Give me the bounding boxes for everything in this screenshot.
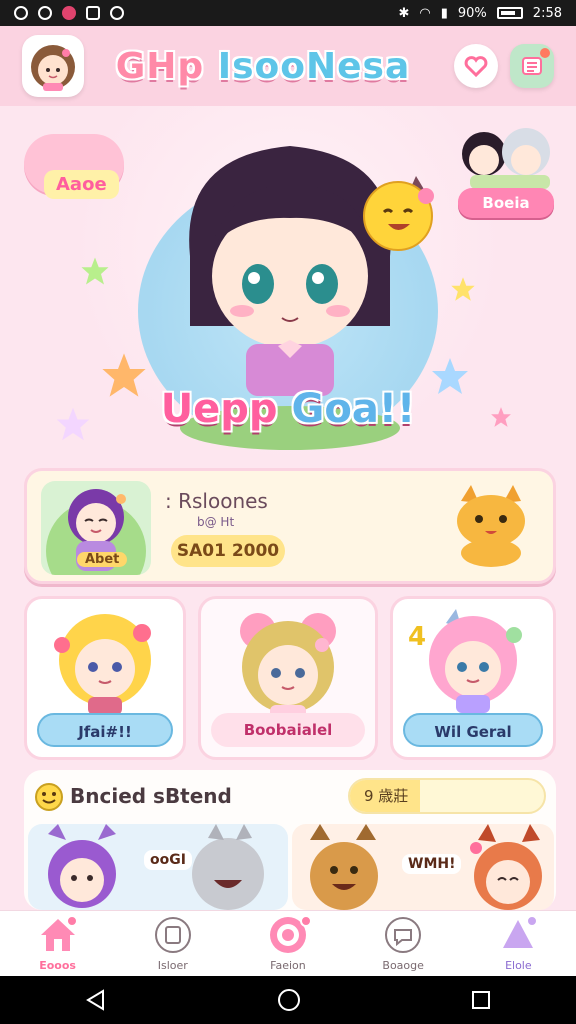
battery-icon [496,7,523,19]
friend-section-title: Bncied sBtend [70,784,232,808]
bottom-navigation: Eooos Isloer Faeion Boaoge Elole [0,910,576,976]
character-card-3-label: Wil Geral [403,713,543,747]
nav-item-settings[interactable]: Elole [468,915,568,972]
profile-card[interactable]: Abet : Rsloones b@ Ht SA01 2000 [24,468,556,584]
profile-avatar[interactable]: Abet [41,481,151,575]
nav-item-fashion[interactable]: Faeion [238,915,338,972]
character-card-2[interactable]: Boobaialel [198,596,378,760]
character-3-illustration: 4 [408,609,522,713]
friend-card-2[interactable]: WMH! [292,824,554,910]
star-icon [451,277,475,301]
mascot-illustration [363,176,434,251]
character-card-3[interactable]: 4 Wil Geral [390,596,556,760]
character-card-1-label: Jfai#!! [37,713,173,747]
clock: 2:58 [532,5,562,21]
heart-icon [464,56,488,78]
friends-thumbnail [462,128,550,189]
nav-label-home: Eooos [39,959,76,972]
recents-icon[interactable] [471,990,491,1010]
app-header: GHp IsooNesa [0,26,576,106]
menu-badge [540,48,550,58]
score-pill: SA01 2000 [171,535,285,567]
bluetooth-icon: ✱ [398,5,410,21]
signal-icon: ▮ [440,5,448,21]
character-card-2-label: Boobaialel [211,713,365,747]
wifi-icon: ◠ [419,5,431,21]
friend-card-2-bubble: WMH! [402,854,462,874]
collection-icon [154,917,191,953]
nav-label-settings: Elole [505,959,532,972]
app-title: GHp IsooNesa [115,45,411,87]
user-avatar[interactable] [22,35,84,97]
character-card-1[interactable]: Jfai#!! [24,596,186,760]
back-icon[interactable] [85,989,107,1011]
menu-button[interactable] [510,44,554,88]
character-2-illustration [240,613,336,723]
chat-icon [385,917,422,953]
profile-name: : Rsloones [165,489,268,513]
app-notification-icon [62,6,76,20]
profile-subtitle: b@ Ht [197,515,235,529]
nav-home-badge [65,915,78,927]
svg-text:4: 4 [408,622,426,652]
avatar-icon [31,45,75,91]
nav-item-message[interactable]: Boaoge [353,915,453,972]
nav-item-collection[interactable]: Isloer [123,915,223,972]
favorites-button[interactable] [454,44,498,88]
home-circle-icon[interactable] [277,988,301,1012]
location-icon [14,6,28,20]
friend-card-1-bubble: ooGI [144,850,192,870]
friend-search-input[interactable]: 9 歳莊 [348,778,546,814]
profile-avatar-tag: Abet [77,552,128,567]
system-navigation-bar [0,976,576,1024]
friend-section: Bncied sBtend 9 歳莊 ooGI WMH! [24,770,556,910]
hero-title: Uepp Goa!! [160,386,416,432]
battery-percent: 90% [457,5,487,21]
nav-label-collection: Isloer [157,959,188,972]
friends-button[interactable]: Boeia [458,188,554,218]
friend-card-1[interactable]: ooGI [28,824,288,910]
character-1-illustration [54,614,151,715]
nav-label-fashion: Faeion [270,959,306,972]
nav-label-message: Boaoge [382,959,424,972]
gallery-icon [86,6,100,20]
pet-illustration [457,485,525,567]
smile-icon [35,783,63,811]
hero-banner: Aaoe Boeia Uepp Goa!! [0,106,576,462]
star-icon [81,257,109,285]
nav-item-home[interactable]: Eooos [8,915,108,972]
nav-fashion-badge [299,915,312,927]
notification-icon [38,6,52,20]
status-bar: ✱ ◠ ▮ 90% 2:58 [0,0,576,26]
heart-icon [110,6,124,20]
cloud-badge-label: Aaoe [44,170,119,199]
